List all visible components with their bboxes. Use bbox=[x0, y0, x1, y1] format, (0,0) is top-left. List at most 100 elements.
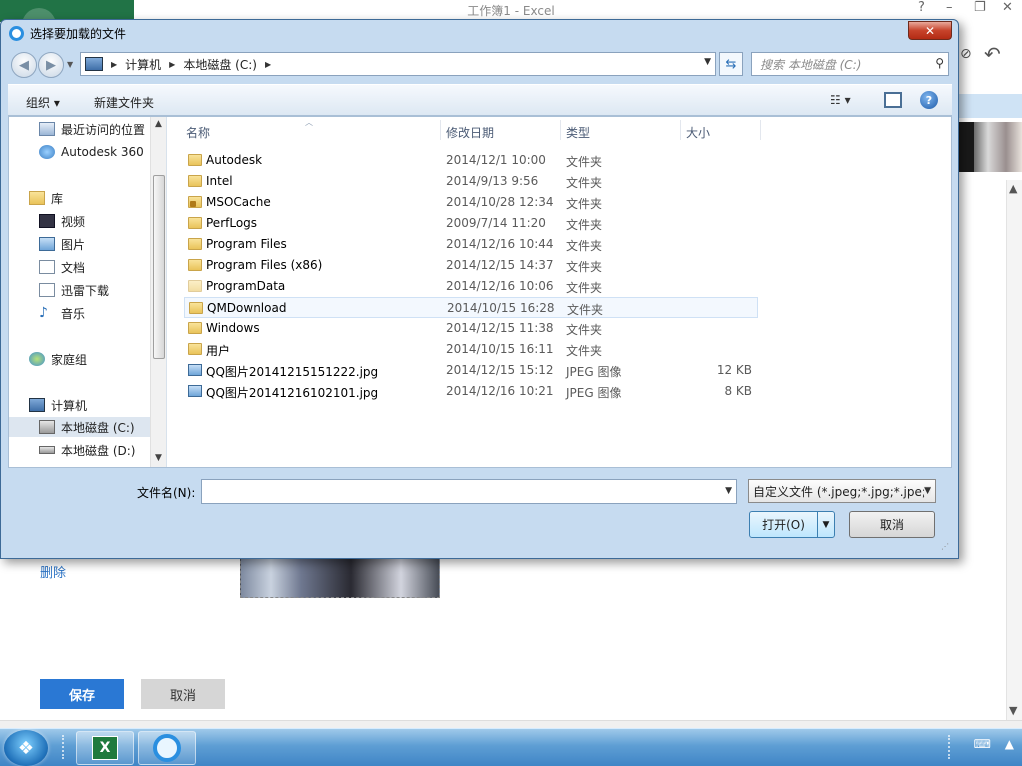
search-input[interactable]: 搜索 本地磁盘 (C:) ⚲ bbox=[751, 52, 949, 76]
restore-icon[interactable]: ❐ bbox=[974, 0, 986, 15]
help-icon[interactable]: ? bbox=[920, 91, 938, 109]
open-button-label[interactable]: 打开(O) bbox=[750, 512, 818, 537]
file-row[interactable]: Autodesk 2014/12/1 10:00 文件夹 bbox=[184, 150, 758, 171]
dialog-cancel-button[interactable]: 取消 bbox=[849, 511, 935, 538]
breadcrumb-drive-c[interactable]: 本地磁盘 (C:) bbox=[183, 56, 257, 73]
nav-item-libraries[interactable]: 库 bbox=[29, 188, 63, 208]
nav-item-music[interactable]: ♪ 音乐 bbox=[39, 303, 85, 323]
show-hidden-icons-icon[interactable]: ▲ bbox=[1005, 737, 1014, 751]
file-row[interactable]: Program Files (x86) 2014/12/15 14:37 文件夹 bbox=[184, 255, 758, 276]
address-bar[interactable]: ▶ 计算机 ▶ 本地磁盘 (C:) ▶ ▼ bbox=[80, 52, 716, 76]
folder-icon bbox=[189, 302, 203, 314]
computer-icon bbox=[29, 398, 45, 412]
chevron-right-icon[interactable]: ▶ bbox=[169, 60, 175, 69]
column-size[interactable]: 大小 bbox=[686, 124, 710, 141]
filename-input[interactable]: ▼ bbox=[201, 479, 737, 504]
keyboard-icon[interactable]: ⌨ bbox=[974, 737, 991, 751]
breadcrumb-computer[interactable]: 计算机 bbox=[125, 56, 161, 73]
view-options-icon[interactable]: ☷ ▾ bbox=[830, 93, 851, 107]
chevron-right-icon[interactable]: ▶ bbox=[111, 60, 117, 69]
delete-link[interactable]: 删除 bbox=[40, 562, 66, 581]
folder-icon bbox=[188, 259, 202, 271]
organize-button[interactable]: 组织 ▾ bbox=[26, 94, 60, 111]
file-row[interactable]: QQ图片20141215151222.jpg 2014/12/15 15:12 … bbox=[184, 360, 758, 381]
nav-item-autodesk360[interactable]: Autodesk 360 bbox=[39, 142, 144, 162]
forward-button[interactable]: ▶ bbox=[38, 52, 64, 78]
file-row[interactable]: MSOCache 2014/10/28 12:34 文件夹 bbox=[184, 192, 758, 213]
nav-item-homegroup[interactable]: 家庭组 bbox=[29, 349, 87, 369]
taskbar-browser[interactable] bbox=[138, 731, 196, 765]
cancel-button[interactable]: 取消 bbox=[141, 679, 225, 709]
file-row[interactable]: Program Files 2014/12/16 10:44 文件夹 bbox=[184, 234, 758, 255]
search-icon[interactable]: ⚲ bbox=[935, 56, 944, 70]
file-date: 2014/9/13 9:56 bbox=[446, 174, 539, 188]
filetype-select[interactable]: 自定义文件 (*.jpeg;*.jpg;*.jpe; ▼ bbox=[748, 479, 936, 503]
file-row[interactable]: 用户 2014/10/15 16:11 文件夹 bbox=[184, 339, 758, 360]
resize-grip-icon[interactable]: ⋰ bbox=[941, 542, 949, 551]
column-date[interactable]: 修改日期 bbox=[446, 124, 494, 141]
filetype-dropdown-icon: ▼ bbox=[924, 486, 931, 496]
close-icon[interactable]: ✕ bbox=[1002, 0, 1013, 15]
column-divider[interactable] bbox=[560, 120, 561, 140]
nav-item-drive-c[interactable]: 本地磁盘 (C:) bbox=[9, 417, 151, 437]
nav-item-drive-d[interactable]: 本地磁盘 (D:) bbox=[39, 440, 135, 460]
file-name: PerfLogs bbox=[206, 216, 258, 230]
undo-icon[interactable]: ↶ ⊘ bbox=[958, 40, 1022, 70]
taskbar-excel[interactable]: X bbox=[76, 731, 134, 765]
help-icon[interactable]: ? bbox=[918, 0, 925, 15]
start-button[interactable]: ❖ bbox=[4, 730, 48, 766]
open-button[interactable]: 打开(O) ▼ bbox=[749, 511, 835, 538]
dialog-close-button[interactable]: ✕ bbox=[908, 21, 952, 40]
scroll-down-icon[interactable]: ▼ bbox=[1009, 704, 1017, 717]
file-row[interactable]: Windows 2014/12/15 11:38 文件夹 bbox=[184, 318, 758, 339]
address-dropdown-icon[interactable]: ▼ bbox=[704, 57, 711, 67]
column-divider[interactable] bbox=[680, 120, 681, 140]
inserted-image[interactable] bbox=[240, 556, 440, 598]
nav-item-thunder[interactable]: 迅雷下载 bbox=[39, 280, 109, 300]
taskbar-grip bbox=[62, 735, 65, 759]
navigation-pane: 最近访问的位置 Autodesk 360 库 视频 图片 文档 迅雷下载 ♪ 音… bbox=[9, 117, 167, 467]
file-type: 文件夹 bbox=[567, 303, 604, 317]
column-type[interactable]: 类型 bbox=[566, 124, 590, 141]
download-folder-icon bbox=[39, 283, 55, 297]
ribbon-strip bbox=[956, 94, 1022, 118]
new-folder-button[interactable]: 新建文件夹 bbox=[94, 94, 154, 111]
chevron-right-icon[interactable]: ▶ bbox=[265, 60, 271, 69]
nav-item-documents[interactable]: 文档 bbox=[39, 257, 85, 277]
vertical-scrollbar[interactable]: ▲ ▼ bbox=[1006, 180, 1022, 720]
back-button[interactable]: ◀ bbox=[11, 52, 37, 78]
nav-item-computer[interactable]: 计算机 bbox=[29, 395, 87, 415]
nav-item-recent[interactable]: 最近访问的位置 bbox=[39, 119, 145, 139]
hidden-folder-icon bbox=[188, 280, 202, 292]
column-divider[interactable] bbox=[760, 120, 761, 140]
scroll-down-icon[interactable]: ▼ bbox=[155, 453, 162, 463]
file-name: ProgramData bbox=[206, 279, 286, 293]
nav-scrollbar[interactable]: ▲ ▼ bbox=[150, 117, 166, 467]
scroll-up-icon[interactable]: ▲ bbox=[1009, 182, 1017, 195]
file-row[interactable]: QQ图片20141216102101.jpg 2014/12/16 10:21 … bbox=[184, 381, 758, 402]
app-icon bbox=[9, 25, 24, 41]
file-row-hovered[interactable]: QMDownload 2014/10/15 16:28 文件夹 bbox=[184, 297, 758, 318]
scroll-thumb[interactable] bbox=[153, 175, 165, 359]
preview-pane-icon[interactable] bbox=[884, 92, 902, 108]
refresh-button[interactable]: ⇆ bbox=[719, 52, 743, 76]
filename-dropdown-icon[interactable]: ▼ bbox=[725, 486, 732, 496]
minimize-icon[interactable]: – bbox=[946, 0, 953, 15]
column-name[interactable]: 名称 bbox=[186, 124, 210, 141]
nav-item-label: Autodesk 360 bbox=[61, 145, 144, 159]
scroll-up-icon[interactable]: ▲ bbox=[155, 119, 162, 129]
open-dropdown-icon[interactable]: ▼ bbox=[818, 520, 834, 530]
nav-item-videos[interactable]: 视频 bbox=[39, 211, 85, 231]
file-row[interactable]: Intel 2014/9/13 9:56 文件夹 bbox=[184, 171, 758, 192]
file-row[interactable]: ProgramData 2014/12/16 10:06 文件夹 bbox=[184, 276, 758, 297]
sort-ascending-icon: ︿ bbox=[305, 118, 313, 127]
file-date: 2014/12/16 10:21 bbox=[446, 384, 554, 398]
dialog-title: 选择要加载的文件 bbox=[30, 26, 127, 41]
save-button[interactable]: 保存 bbox=[40, 679, 124, 709]
excel-window-title: 工作簿1 - Excel bbox=[467, 4, 555, 18]
nav-item-pictures[interactable]: 图片 bbox=[39, 234, 85, 254]
system-tray[interactable]: ⌨ ▲ bbox=[974, 737, 1014, 751]
column-divider[interactable] bbox=[440, 120, 441, 140]
recent-pages-icon[interactable]: ▼ bbox=[67, 60, 73, 69]
file-row[interactable]: PerfLogs 2009/7/14 11:20 文件夹 bbox=[184, 213, 758, 234]
